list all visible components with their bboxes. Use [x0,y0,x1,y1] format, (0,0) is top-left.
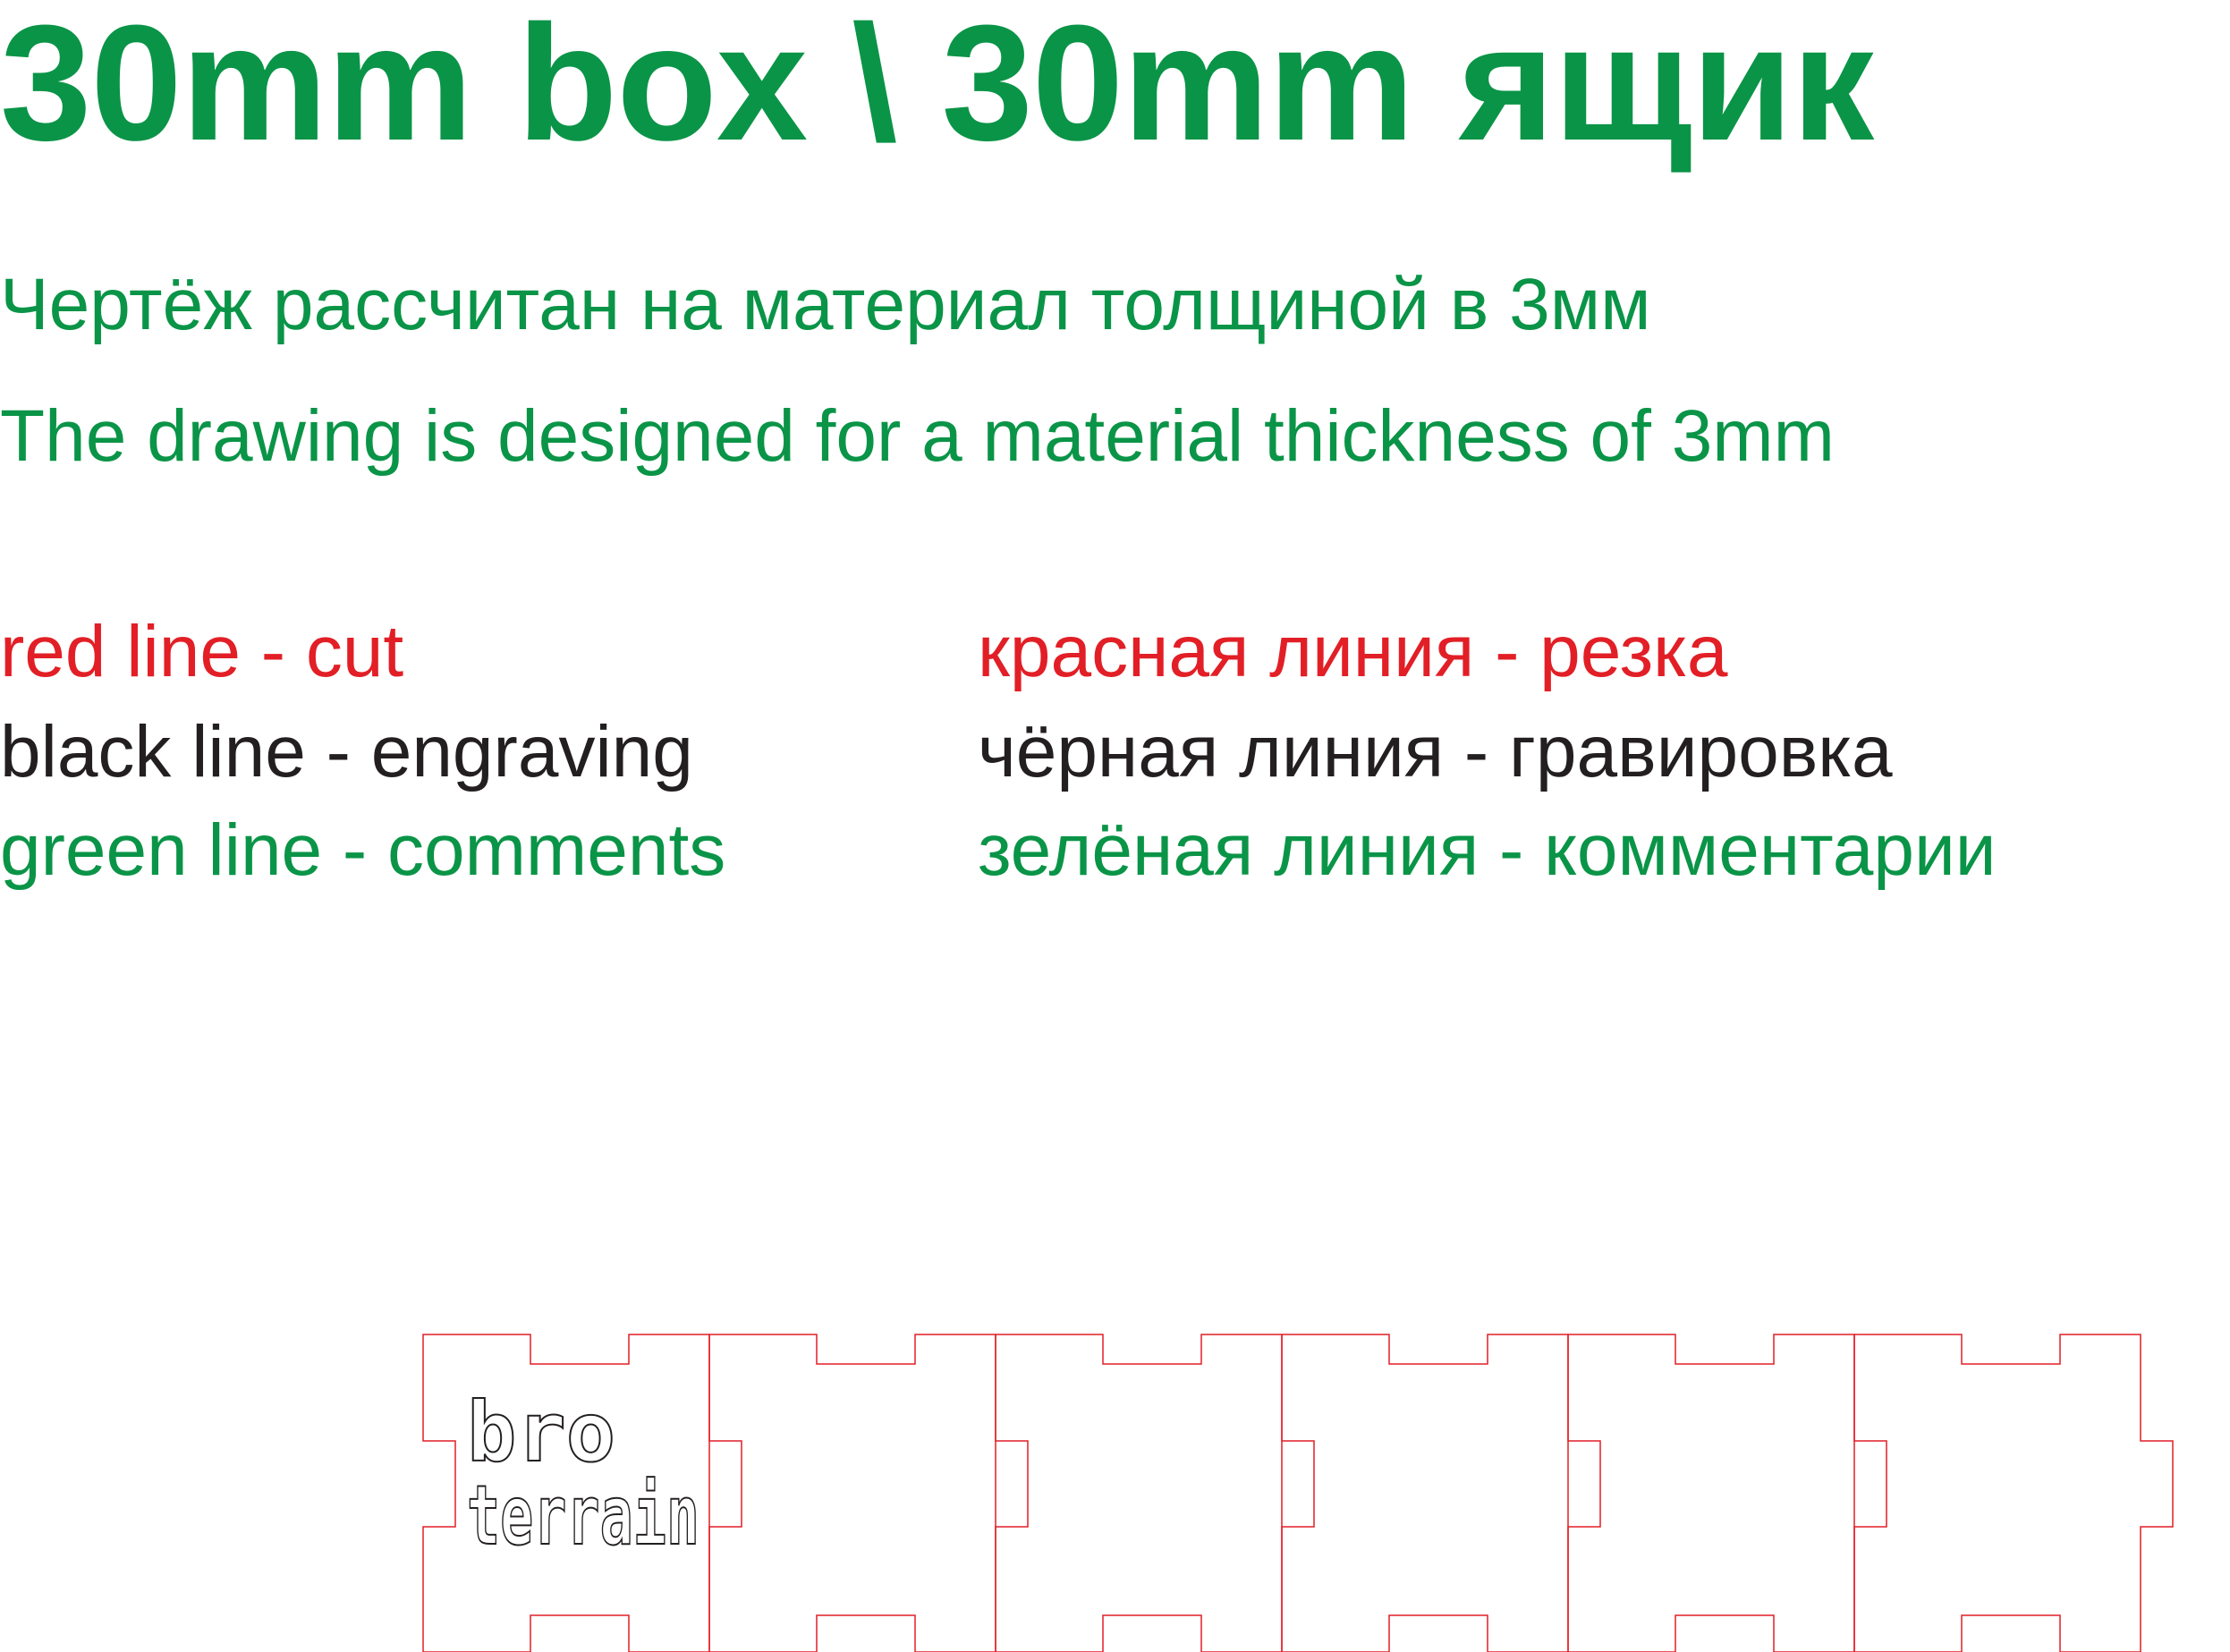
box-panel-4 [1281,1334,1601,1652]
logo-line-terrain: terrain [467,1468,700,1563]
box-panel-2 [708,1334,1029,1652]
logo-line-bro: bro [467,1385,615,1480]
bro-terrain-logo-engraving: bro terrain [466,1384,700,1564]
box-panel-3 [995,1334,1315,1652]
box-panel-6 [1853,1334,2174,1652]
box-panel-5 [1567,1334,1887,1652]
box-cut-drawing: bro terrain [422,1334,2174,1652]
